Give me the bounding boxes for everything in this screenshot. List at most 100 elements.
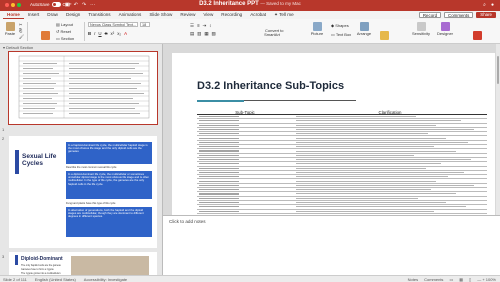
clarification-cell xyxy=(296,159,471,161)
slide-thumbnail-1[interactable] xyxy=(8,51,158,125)
tab-recording[interactable]: Recording xyxy=(217,11,246,19)
tab-draw[interactable]: Draw xyxy=(43,11,62,19)
document-name: D3.2 Inheritance PPT xyxy=(199,1,259,7)
tab-home[interactable]: Home xyxy=(3,11,24,19)
search-icon[interactable]: ⌕ xyxy=(483,2,486,8)
clarification-cell xyxy=(296,189,431,191)
diploid-dominant-box: In a diploid-dominant life cycle, the mu… xyxy=(66,171,152,199)
clarification-cell xyxy=(296,167,426,169)
designer-button[interactable]: Designer xyxy=(437,22,453,37)
slide-number: 1 xyxy=(2,127,5,132)
slide-title[interactable]: D3.2 Inheritance Sub-Topics xyxy=(197,80,344,92)
convert-smartart-button[interactable]: Convert to SmartArt xyxy=(256,24,288,42)
caption-2: Fungi and plants have this type of life … xyxy=(66,202,116,205)
font-color-icon[interactable]: A xyxy=(124,31,127,36)
subtopic-cell xyxy=(199,133,239,135)
clarification-cell xyxy=(296,150,456,152)
justify-icon[interactable]: ▧ xyxy=(211,31,215,37)
subtopic-cell xyxy=(199,202,239,204)
language[interactable]: English (United States) xyxy=(35,277,76,282)
sensitivity-button[interactable]: Sensitivity xyxy=(410,22,432,37)
align-right-icon[interactable]: ▦ xyxy=(204,31,208,37)
clarification-cell xyxy=(296,210,434,212)
tab-insert[interactable]: Insert xyxy=(24,11,44,19)
section-button[interactable]: ▭ Section xyxy=(56,36,74,41)
tab-acrobat[interactable]: Acrobat xyxy=(246,11,270,19)
align-center-icon[interactable]: ▥ xyxy=(197,31,201,37)
reading-view-icon[interactable]: ▯ xyxy=(469,277,471,282)
share-button[interactable]: Share xyxy=(476,12,496,18)
text-box-button[interactable]: ▭ Text Box xyxy=(331,32,351,37)
accessibility-status[interactable]: Accessibility: Investigate xyxy=(84,277,127,282)
tab-design[interactable]: Design xyxy=(62,11,84,19)
titlebar-right: ⌕ ● xyxy=(483,2,494,8)
quick-styles-icon xyxy=(379,31,389,40)
status-bar: Slide 2 of 111 English (United States) A… xyxy=(0,275,500,282)
slide-thumbnail-3[interactable]: Diploid-Dominant The only haploid cells … xyxy=(9,252,157,275)
subtopic-cell xyxy=(199,193,239,195)
comments-toggle[interactable]: Comments xyxy=(424,277,443,282)
notes-toggle[interactable]: Notes xyxy=(408,277,418,282)
subscript-button[interactable]: x₂ xyxy=(117,31,121,36)
tab-animations[interactable]: Animations xyxy=(115,11,146,19)
section-header[interactable]: ▾ Default Section xyxy=(3,45,33,50)
font-name-select[interactable]: Nexus Class Symbol Text... xyxy=(88,22,138,27)
italic-button[interactable]: I xyxy=(94,31,95,36)
reset-button[interactable]: ↺ Reset xyxy=(56,29,71,34)
copy-icon[interactable]: ⎘ xyxy=(19,28,22,33)
cut-icon[interactable]: ✂ xyxy=(19,22,22,27)
ribbon-tabs: Home Insert Draw Design Transitions Anim… xyxy=(0,11,500,19)
strikethrough-button[interactable]: S xyxy=(105,31,108,36)
status-right: Notes Comments ▭ ▦ ▯ — + 100% xyxy=(408,277,496,282)
align-left-icon[interactable]: ▤ xyxy=(190,31,194,37)
document-title: D3.2 Inheritance PPT — Saved to my Mac xyxy=(0,1,500,7)
indent-icon[interactable]: ⇥ xyxy=(203,23,207,29)
vertical-scrollbar[interactable] xyxy=(496,44,500,215)
slide-1-table-preview xyxy=(18,55,150,119)
clarification-cell xyxy=(296,193,456,195)
shapes-label: Shapes xyxy=(335,23,349,28)
clarification-cell xyxy=(296,116,416,118)
account-icon[interactable]: ● xyxy=(491,2,494,8)
tab-review[interactable]: Review xyxy=(176,11,199,19)
clarification-cell xyxy=(296,172,464,173)
scrollbar-thumb[interactable] xyxy=(497,56,499,84)
layout-button[interactable]: ▤ Layout xyxy=(56,22,73,27)
slide-thumbnail-panel[interactable]: ▾ Default Section 1 2 Sexual Life Cycles… xyxy=(0,44,163,275)
line-spacing-icon[interactable]: ↕ xyxy=(209,23,211,29)
bold-button[interactable]: B xyxy=(88,31,91,36)
arrange-button[interactable]: Arrange xyxy=(356,22,372,37)
notes-pane[interactable]: Click to add notes xyxy=(163,215,500,275)
paste-label: Paste xyxy=(4,31,16,36)
slide-3-title: Diploid-Dominant xyxy=(21,256,63,262)
tab-tell-me[interactable]: ✦ Tell me xyxy=(270,11,298,19)
subtopic-cell xyxy=(199,184,239,186)
normal-view-icon[interactable]: ▭ xyxy=(449,277,453,282)
clarification-cell xyxy=(296,124,436,126)
col-subtopic: Sub-Topic xyxy=(235,110,255,115)
tab-transitions[interactable]: Transitions xyxy=(84,11,114,19)
clipboard-icon xyxy=(5,22,15,31)
font-size-select[interactable]: 18 xyxy=(140,22,150,27)
zoom-control[interactable]: — + 100% xyxy=(477,277,496,282)
current-slide[interactable]: D3.2 Inheritance Sub-Topics Sub-Topic Cl… xyxy=(172,53,495,236)
clarification-cell xyxy=(296,206,466,208)
record-button[interactable]: Record xyxy=(418,12,442,18)
superscript-button[interactable]: x² xyxy=(111,31,115,36)
slide-thumbnail-2[interactable]: Sexual Life Cycles In a haploid-dominant… xyxy=(9,136,157,248)
comments-button[interactable]: Comments xyxy=(444,12,474,18)
picture-button[interactable]: Picture xyxy=(310,22,324,37)
tell-me-label: Tell me xyxy=(279,12,294,17)
tab-slide-show[interactable]: Slide Show xyxy=(145,11,176,19)
shapes-button[interactable]: ◆ Shapes xyxy=(331,23,349,28)
underline-button[interactable]: U xyxy=(98,31,101,36)
bullets-icon[interactable]: ☰ xyxy=(190,23,194,29)
format-painter-icon[interactable]: 🖌 xyxy=(19,34,24,39)
clarification-cell xyxy=(296,146,434,148)
slide-sorter-icon[interactable]: ▦ xyxy=(459,277,463,282)
subtopic-cell xyxy=(199,176,239,178)
clarification-cell xyxy=(296,202,446,204)
paste-button[interactable]: Paste xyxy=(3,22,17,37)
numbering-icon[interactable]: ≡ xyxy=(197,23,200,29)
tab-view[interactable]: View xyxy=(199,11,217,19)
